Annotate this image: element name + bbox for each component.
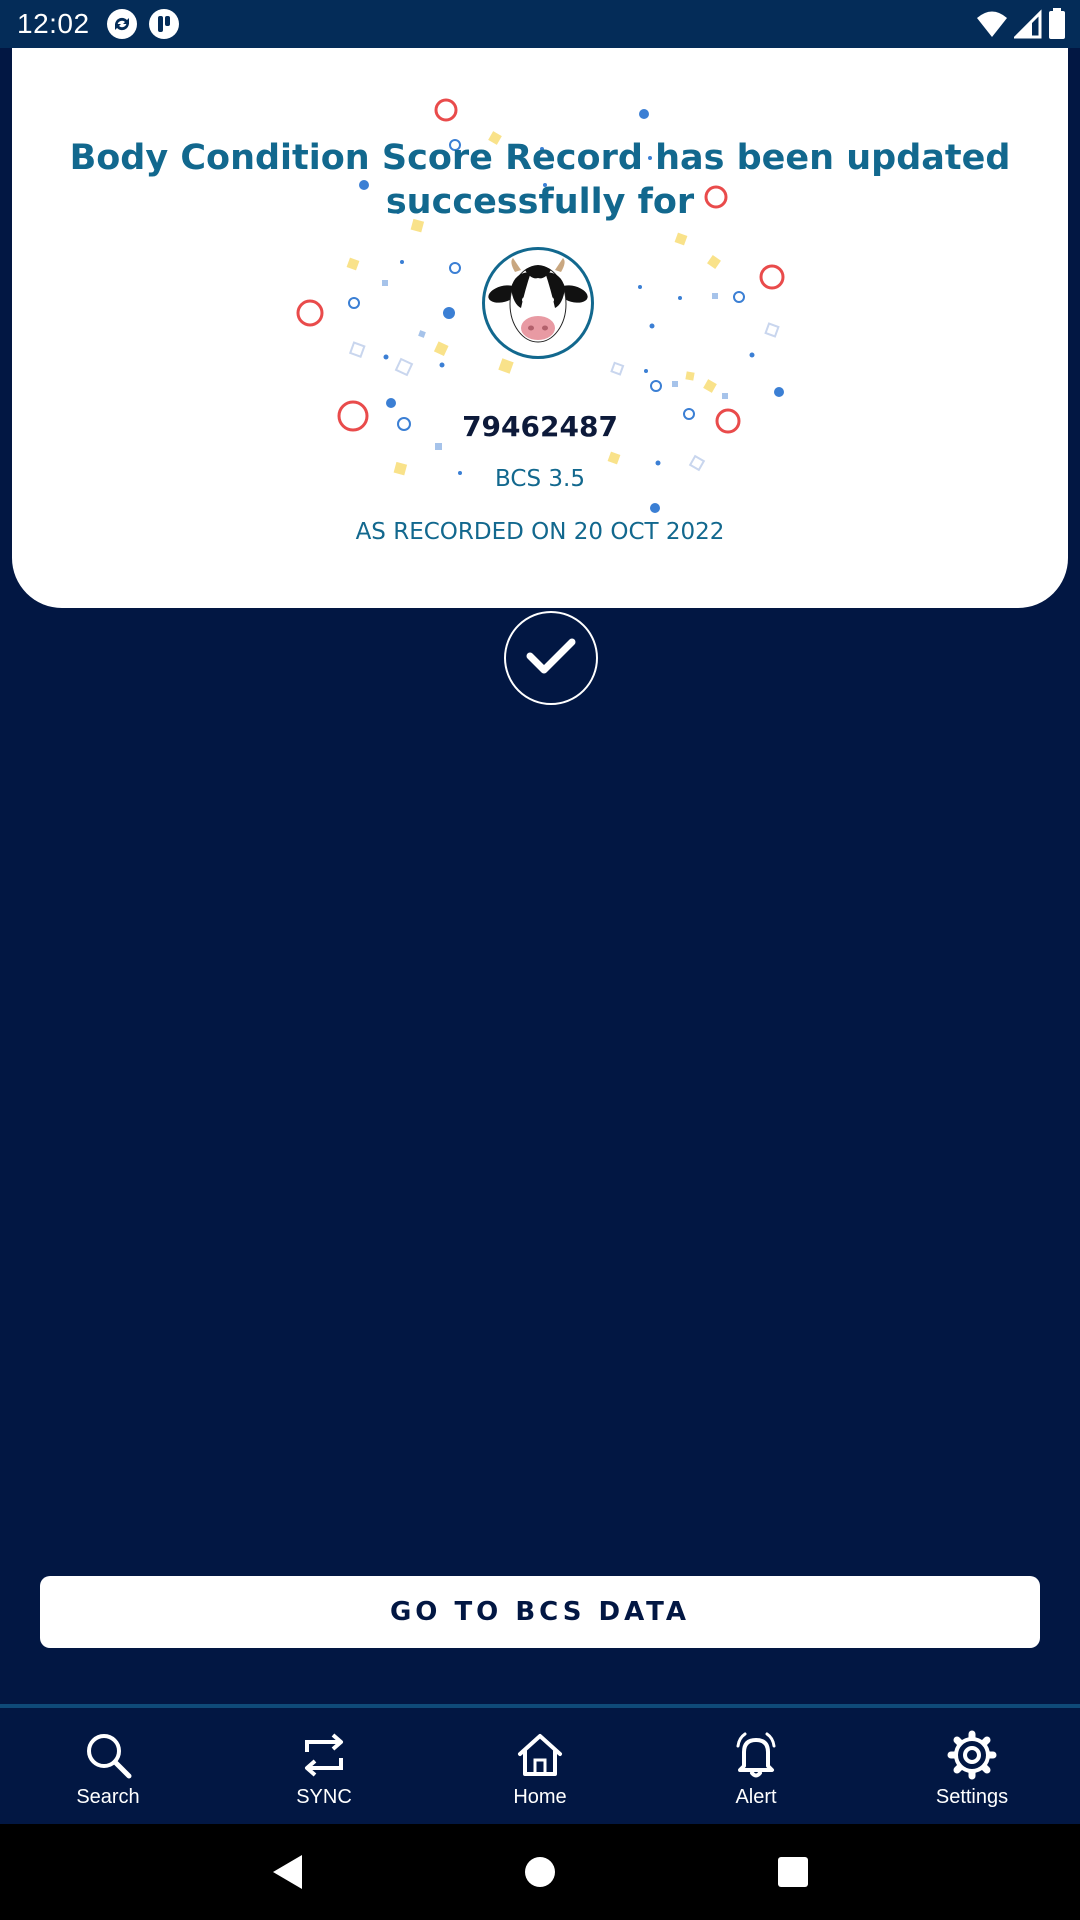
nav-label-settings: Settings xyxy=(935,1786,1009,1808)
go-to-bcs-data-button[interactable]: GO TO BCS DATA xyxy=(40,1576,1040,1648)
success-title: Body Condition Score Record has been upd… xyxy=(69,138,1011,222)
nav-item-sync[interactable]: SYNC xyxy=(216,1708,432,1824)
home-icon xyxy=(515,1730,565,1780)
nav-label-home: Home xyxy=(513,1786,567,1808)
animal-id: 79462487 xyxy=(462,410,618,443)
nav-item-home[interactable]: Home xyxy=(432,1708,648,1824)
nav-item-settings[interactable]: Settings xyxy=(864,1708,1080,1824)
success-card: Body Condition Score Record has been upd… xyxy=(12,48,1068,705)
status-indicators xyxy=(976,8,1066,44)
nav-label-search: Search xyxy=(76,1786,140,1808)
nav-label-alert: Alert xyxy=(735,1786,777,1808)
nav-item-alert[interactable]: Alert xyxy=(648,1708,864,1824)
wifi-icon xyxy=(976,9,1008,43)
sync-app-icon xyxy=(106,8,138,40)
sync-icon xyxy=(299,1730,349,1780)
system-navigation-bar xyxy=(0,1824,1080,1920)
cellular-signal-icon xyxy=(1012,9,1042,43)
status-bar: 12:02 xyxy=(0,0,1080,48)
recents-icon[interactable] xyxy=(753,1832,833,1912)
back-icon[interactable] xyxy=(247,1832,327,1912)
nav-item-search[interactable]: Search xyxy=(0,1708,216,1824)
app-notification-icon xyxy=(148,8,180,40)
battery-icon xyxy=(1048,8,1066,44)
recorded-date: AS RECORDED ON 20 OCT 2022 xyxy=(355,519,725,545)
gear-icon xyxy=(947,1730,997,1780)
search-icon xyxy=(83,1730,133,1780)
bcs-score: BCS 3.5 xyxy=(495,466,585,492)
bell-icon xyxy=(731,1730,781,1780)
cow-face-icon xyxy=(482,247,594,359)
home-circle-icon[interactable] xyxy=(500,1832,580,1912)
nav-label-sync: SYNC xyxy=(296,1786,352,1808)
checkmark-icon xyxy=(525,636,577,680)
bottom-navigation: Search SYNC Home Alert Settings xyxy=(0,1704,1080,1824)
status-time: 12:02 xyxy=(17,8,90,39)
success-check-badge xyxy=(504,611,598,705)
